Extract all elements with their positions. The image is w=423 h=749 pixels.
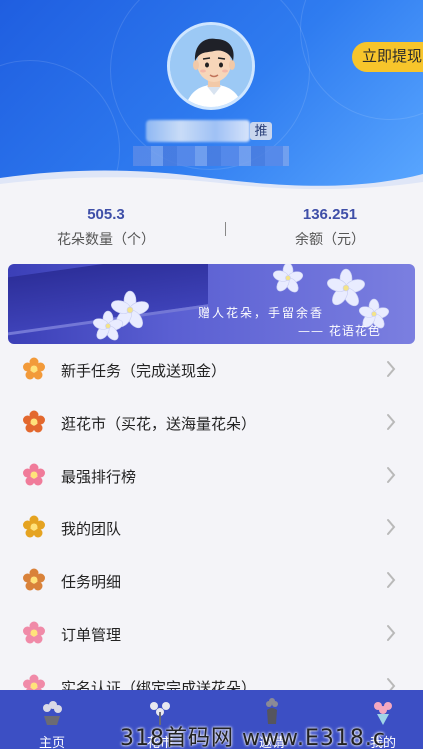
menu-item[interactable]: 逛花市（买花，送海量花朵） — [0, 396, 423, 449]
tab-1[interactable]: 主页 — [17, 690, 87, 749]
chevron-right-icon — [387, 413, 396, 430]
username-blurred — [146, 120, 250, 142]
menu-item-label: 逛花市（买花，送海量花朵） — [61, 415, 257, 433]
menu-item-label: 新手任务（完成送现金） — [61, 363, 227, 380]
referral-tag: 推 — [250, 122, 272, 140]
tab-label: 主页 — [38, 735, 65, 749]
menu-item[interactable]: 最强排行榜 — [0, 449, 423, 502]
menu-item-label: 任务明细 — [61, 574, 122, 592]
menu-item[interactable]: 订单管理 — [0, 607, 423, 660]
menu-item[interactable]: 任务明细 — [0, 554, 423, 607]
stat-balance[interactable]: 136.251 余额（元） — [250, 206, 410, 249]
menu-item[interactable]: 新手任务（完成送现金） — [0, 343, 423, 396]
balance-label: 余额（元） — [295, 231, 365, 247]
banner-slogan: 赠人花朵，手留余香 — [198, 306, 325, 320]
user-id-blurred — [133, 146, 289, 166]
menu-item-label: 订单管理 — [61, 626, 122, 644]
chevron-right-icon — [387, 519, 396, 536]
banner-signature: —— 花语花色 — [298, 324, 381, 338]
flowers-value: 505.3 — [87, 206, 125, 223]
chevron-right-icon — [387, 466, 396, 483]
menu-item-label: 我的团队 — [61, 521, 122, 539]
withdraw-button[interactable]: 立即提现 — [352, 42, 423, 72]
stats-row: 505.3 花朵数量（个） 136.251 余额（元） — [0, 200, 423, 255]
menu-list: 新手任务（完成送现金） 逛花市（买花，送海量花朵） 最强排行榜 我的团队 任务明… — [0, 343, 423, 713]
watermark: 318首码网 www.E318.c — [120, 726, 386, 749]
balance-value: 136.251 — [302, 206, 358, 223]
stats-divider — [225, 222, 226, 236]
menu-item[interactable]: 我的团队 — [0, 501, 423, 554]
promo-banner[interactable]: 赠人花朵，手留余香 —— 花语花色 — [8, 264, 415, 344]
stat-flowers[interactable]: 505.3 花朵数量（个） — [26, 206, 186, 249]
chevron-right-icon — [387, 572, 396, 589]
menu-item-label: 最强排行榜 — [61, 468, 137, 486]
chevron-right-icon — [387, 361, 396, 377]
avatar[interactable] — [167, 22, 255, 110]
flowers-label: 花朵数量（个） — [57, 231, 155, 247]
chevron-right-icon — [387, 624, 396, 641]
